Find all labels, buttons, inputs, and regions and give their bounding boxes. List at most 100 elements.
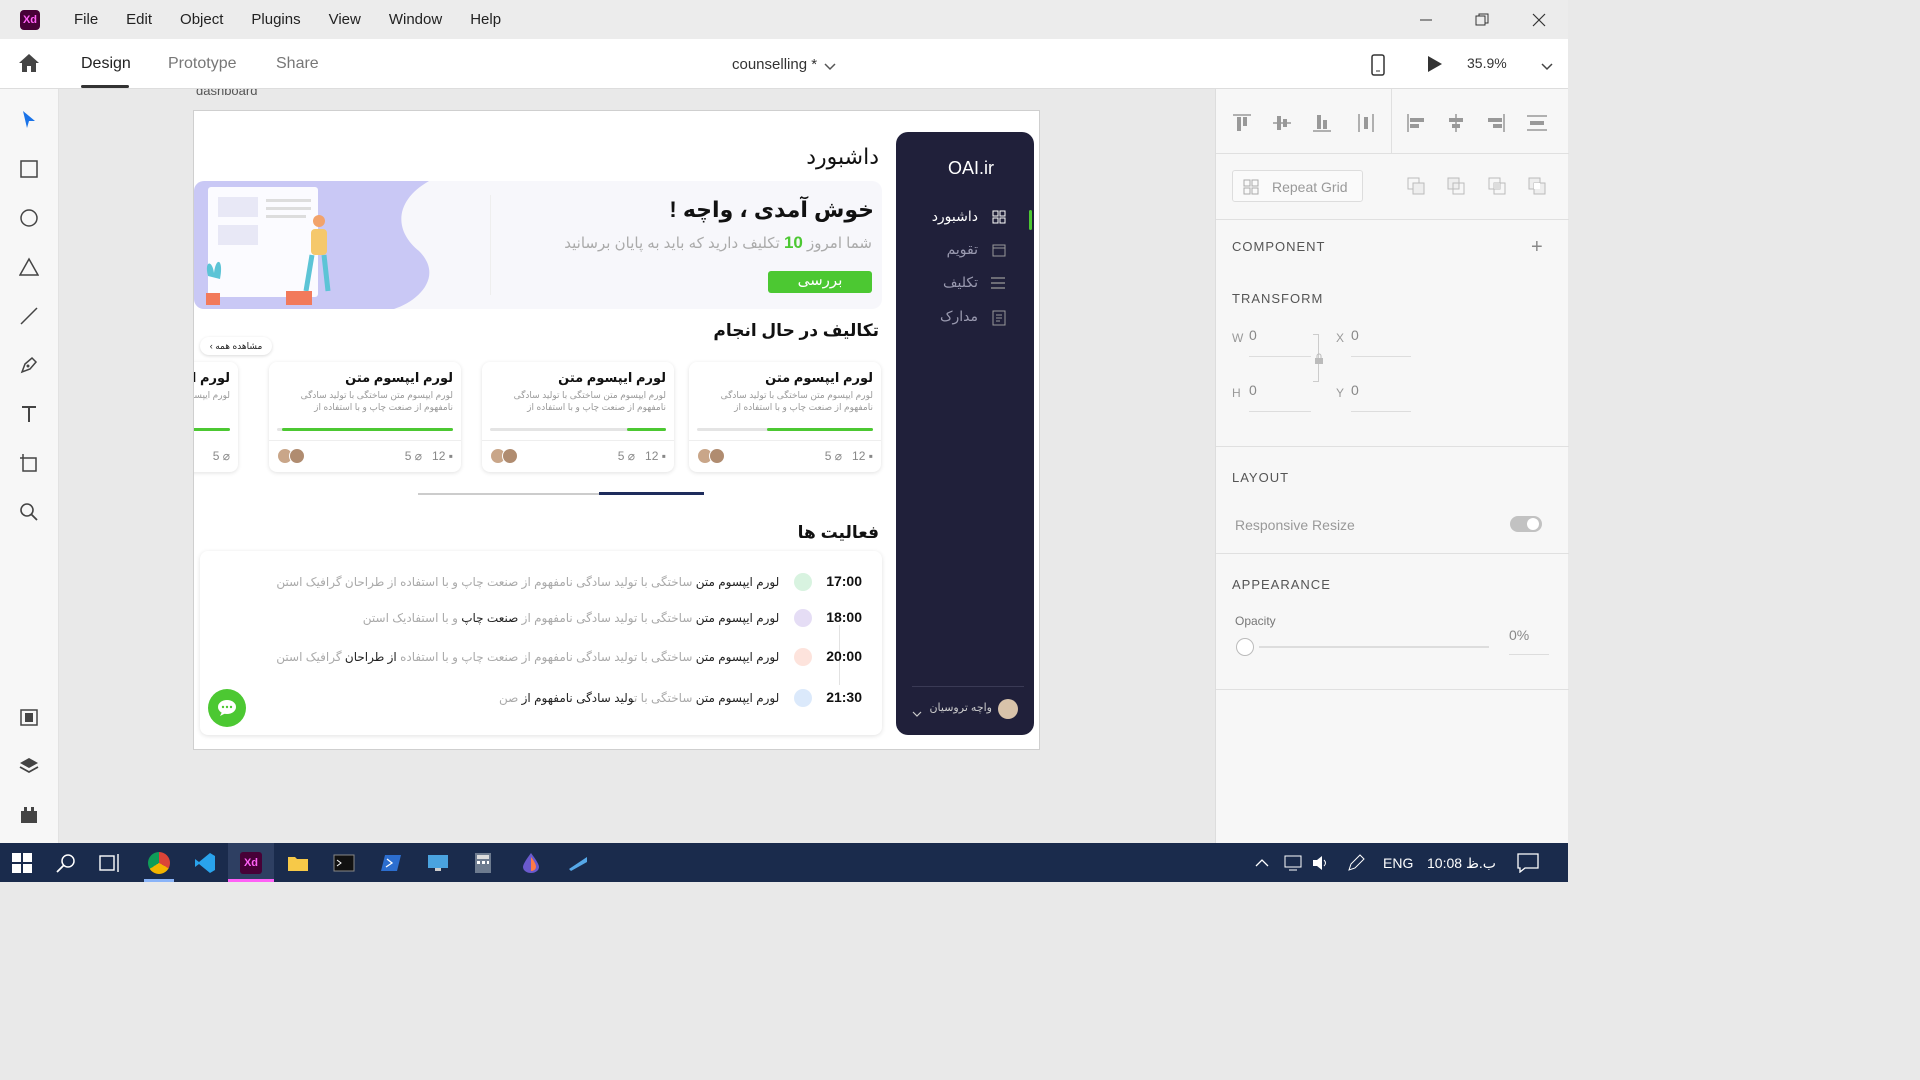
input-language[interactable]: ENG — [1383, 855, 1413, 871]
zoom-tool-icon[interactable] — [17, 500, 41, 524]
plugins-panel-icon[interactable] — [17, 803, 41, 827]
tab-share[interactable]: Share — [276, 55, 319, 73]
menu-object[interactable]: Object — [180, 11, 223, 28]
align-center-icon[interactable] — [1446, 113, 1466, 138]
chrome-icon[interactable] — [148, 852, 170, 874]
artboard-dashboard[interactable]: OAI.ir داشبورد تقویم تکلیف مدارک واچه تر… — [193, 110, 1040, 750]
device-preview-icon[interactable] — [1371, 54, 1385, 81]
powershell-icon[interactable] — [380, 854, 402, 877]
pen-workspace-icon[interactable] — [1347, 854, 1365, 877]
document-title[interactable]: counselling * — [732, 56, 817, 73]
opacity-slider-track[interactable] — [1259, 646, 1489, 648]
align-bottom-icon[interactable] — [1312, 113, 1332, 138]
adobe-xd-icon[interactable]: Xd — [240, 852, 262, 874]
polygon-tool-icon[interactable] — [17, 255, 41, 279]
see-all-button[interactable]: ‹ مشاهده همه — [200, 337, 272, 355]
select-tool-icon[interactable] — [17, 108, 41, 132]
opacity-field[interactable]: 0% — [1509, 627, 1549, 655]
network-app-icon[interactable] — [567, 854, 589, 877]
chevron-down-icon[interactable] — [824, 59, 836, 77]
task-card[interactable]: لورم ایپسوم متن لورم ایپسوم متن ساختگی ب… — [689, 362, 881, 472]
boolean-add-icon[interactable] — [1406, 176, 1426, 201]
ellipse-tool-icon[interactable] — [17, 206, 41, 230]
opacity-slider-thumb[interactable] — [1236, 638, 1254, 656]
calculator-icon[interactable] — [474, 852, 492, 879]
tab-design[interactable]: Design — [81, 55, 131, 73]
zoom-dropdown-icon[interactable] — [1541, 59, 1553, 77]
home-icon[interactable] — [18, 53, 40, 78]
rectangle-tool-icon[interactable] — [17, 157, 41, 181]
network-icon[interactable] — [1283, 854, 1303, 877]
carousel-scroll-thumb[interactable] — [599, 492, 704, 495]
artboard-label[interactable]: dashboard — [196, 89, 257, 98]
remote-desktop-icon[interactable] — [427, 854, 449, 877]
chat-button[interactable] — [208, 689, 246, 727]
artboard-tool-icon[interactable] — [17, 451, 41, 475]
text-tool-icon[interactable] — [17, 402, 41, 426]
review-button[interactable]: بررسی — [768, 271, 872, 293]
carousel-scroll-track[interactable] — [418, 492, 704, 495]
tab-prototype[interactable]: Prototype — [168, 55, 236, 73]
sidebar-item-label: تکلیف — [943, 274, 978, 290]
chevron-down-icon[interactable] — [912, 705, 922, 723]
sidebar-item-dashboard[interactable]: داشبورد — [896, 208, 1006, 228]
task-view-icon[interactable] — [99, 853, 121, 878]
menu-window[interactable]: Window — [389, 11, 442, 28]
activity-row[interactable]: 20:00 لورم ایپسوم متن ساختگی با تولید سا… — [276, 648, 862, 670]
avatar[interactable] — [998, 699, 1018, 719]
align-top-icon[interactable] — [1232, 113, 1252, 138]
menu-view[interactable]: View — [329, 11, 361, 28]
align-left-icon[interactable] — [1406, 113, 1426, 138]
align-middle-icon[interactable] — [1272, 113, 1292, 138]
search-icon[interactable] — [55, 853, 77, 880]
menu-help[interactable]: Help — [470, 11, 501, 28]
boolean-subtract-icon[interactable] — [1446, 176, 1466, 201]
sidebar-item-documents[interactable]: مدارک — [896, 308, 1006, 328]
menu-file[interactable]: File — [74, 11, 98, 28]
volume-icon[interactable] — [1312, 854, 1330, 877]
notifications-icon[interactable] — [1517, 853, 1539, 878]
restore-icon[interactable] — [1472, 10, 1492, 30]
distribute-horizontal-icon[interactable] — [1526, 113, 1548, 138]
repeat-grid-button[interactable]: Repeat Grid — [1232, 170, 1363, 202]
activity-row[interactable]: 18:00 لورم ایپسوم متن ساختگی با تولید سا… — [363, 609, 862, 631]
close-icon[interactable] — [1529, 10, 1549, 30]
terminal-icon[interactable] — [333, 854, 355, 877]
menu-plugins[interactable]: Plugins — [251, 11, 300, 28]
add-component-icon[interactable]: + — [1531, 237, 1543, 257]
file-explorer-icon[interactable] — [287, 854, 309, 877]
activity-row[interactable]: 17:00 لورم ایپسوم متن ساختگی با تولید سا… — [276, 573, 862, 595]
task-card[interactable]: لورم ایپسوم متن لورم ایپسوم متن ساختگی ب… — [269, 362, 461, 472]
y-label: Y — [1336, 386, 1345, 400]
lock-icon[interactable] — [1314, 352, 1324, 370]
task-card-partial[interactable]: لورم ایپ لورم ایپسوم نامفهوم از 5 ⌀ — [194, 362, 238, 472]
boolean-intersect-icon[interactable] — [1487, 176, 1507, 201]
layers-panel-icon[interactable] — [17, 754, 41, 778]
distribute-vertical-icon[interactable] — [1356, 113, 1376, 138]
line-tool-icon[interactable] — [17, 304, 41, 328]
menu-edit[interactable]: Edit — [126, 11, 152, 28]
design-canvas[interactable]: dashboard OAI.ir داشبورد تقویم تکلیف مدا… — [59, 89, 1215, 843]
x-field[interactable]: 0 — [1351, 327, 1411, 357]
paint-drop-icon[interactable] — [521, 852, 541, 879]
clock[interactable]: 10:08 ب.ظ — [1427, 855, 1496, 872]
align-right-icon[interactable] — [1486, 113, 1506, 138]
sidebar-item-calendar[interactable]: تقویم — [896, 241, 1006, 261]
responsive-resize-toggle[interactable] — [1510, 516, 1542, 532]
height-field[interactable]: 0 — [1249, 382, 1311, 412]
y-field[interactable]: 0 — [1351, 382, 1411, 412]
zoom-level[interactable]: 35.9% — [1467, 55, 1507, 71]
pen-tool-icon[interactable] — [17, 353, 41, 377]
minimize-icon[interactable] — [1416, 10, 1436, 30]
windows-start-icon[interactable] — [12, 853, 32, 878]
sidebar-item-tasks[interactable]: تکلیف — [896, 274, 1006, 294]
chevron-up-icon[interactable] — [1255, 855, 1269, 873]
activity-row[interactable]: 21:30 لورم ایپسوم متن ساختگی با تولید سا… — [499, 689, 862, 711]
task-card[interactable]: لورم ایپسوم متن لورم ایپسوم متن ساختگی ب… — [482, 362, 674, 472]
play-icon[interactable] — [1427, 55, 1443, 78]
boolean-exclude-icon[interactable] — [1527, 176, 1547, 201]
assets-panel-icon[interactable] — [17, 705, 41, 729]
user-name[interactable]: واچه تروسیان — [929, 701, 992, 714]
width-field[interactable]: 0 — [1249, 327, 1311, 357]
vscode-icon[interactable] — [194, 852, 216, 879]
